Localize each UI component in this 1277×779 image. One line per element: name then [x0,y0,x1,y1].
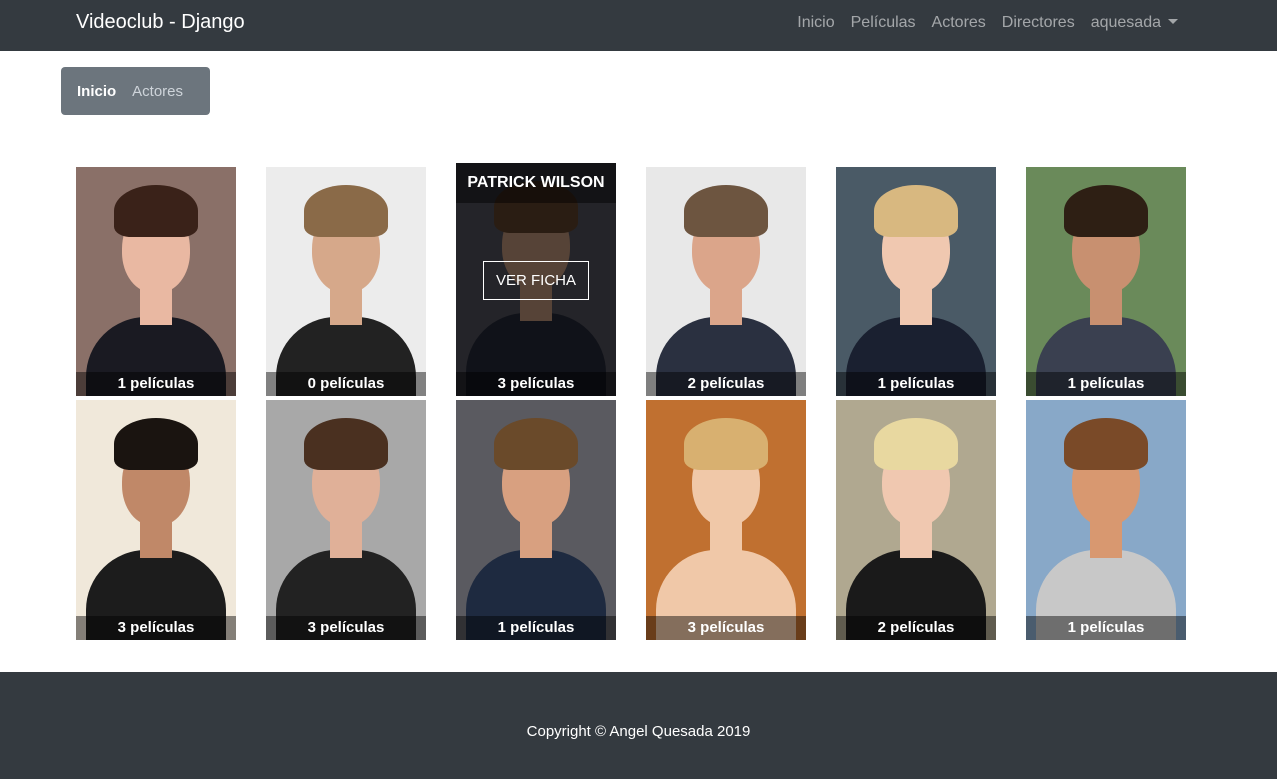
movie-count-caption: 0 películas [266,372,426,396]
actor-card[interactable]: 2 películas [836,400,996,640]
movie-count-caption: 2 películas [836,616,996,640]
actor-photo [836,167,996,396]
caret-down-icon [1168,19,1178,24]
actor-photo [1026,167,1186,396]
actor-card[interactable]: 2 películas [646,167,806,396]
movie-count-caption: 3 películas [456,372,616,396]
actor-card[interactable]: 1 películas [456,400,616,640]
movie-count-caption: 1 películas [836,372,996,396]
footer-copyright: Copyright © Angel Quesada 2019 [526,723,751,740]
ver-ficha-button[interactable]: VER FICHA [483,261,589,300]
nav-link-inicio[interactable]: Inicio [797,14,834,32]
actor-name: PATRICK WILSON [456,163,616,203]
actor-card[interactable]: 1 películas [1026,400,1186,640]
actor-grid: 1 películas 0 películas PATRICK WILSON VER … [76,163,1186,640]
actor-card[interactable]: 1 películas [836,167,996,396]
user-dropdown-label: aquesada [1090,14,1161,31]
footer: Copyright © Angel Quesada 2019 [0,672,1277,779]
actor-card[interactable]: 1 películas [1026,167,1186,396]
nav-links: Inicio Películas Actores Directores aque… [797,14,1178,32]
breadcrumb-actores: Actores [132,82,184,100]
movie-count-caption: 2 películas [646,372,806,396]
actor-photo [76,167,236,396]
breadcrumb: Inicio Actores [61,67,210,115]
actor-card[interactable]: 3 películas [76,400,236,640]
actor-photo [266,167,426,396]
actor-photo [836,400,996,640]
nav-link-directores[interactable]: Directores [1002,14,1075,32]
breadcrumb-inicio[interactable]: Inicio [77,83,116,100]
movie-count-caption: 3 películas [646,616,806,640]
actor-card[interactable]: 3 películas [646,400,806,640]
movie-count-caption: 1 películas [1026,372,1186,396]
movie-count-caption: 3 películas [76,616,236,640]
movie-count-caption: 1 películas [456,616,616,640]
actor-photo [1026,400,1186,640]
navbar: Videoclub - Django Inicio Películas Acto… [0,0,1277,51]
nav-link-peliculas[interactable]: Películas [851,14,916,32]
actor-photo [456,400,616,640]
movie-count-caption: 3 películas [266,616,426,640]
user-dropdown[interactable]: aquesada [1091,14,1178,32]
actor-photo [76,400,236,640]
nav-link-actores[interactable]: Actores [932,14,986,32]
actor-photo [646,400,806,640]
actor-photo [646,167,806,396]
navbar-brand[interactable]: Videoclub - Django [76,11,245,34]
actor-card[interactable]: 3 películas [266,400,426,640]
actor-card[interactable]: PATRICK WILSON VER FICHA 3 películas [456,163,616,396]
actor-card[interactable]: 1 películas [76,167,236,396]
movie-count-caption: 1 películas [1026,616,1186,640]
actor-photo [266,400,426,640]
actor-card[interactable]: 0 películas [266,167,426,396]
movie-count-caption: 1 películas [76,372,236,396]
